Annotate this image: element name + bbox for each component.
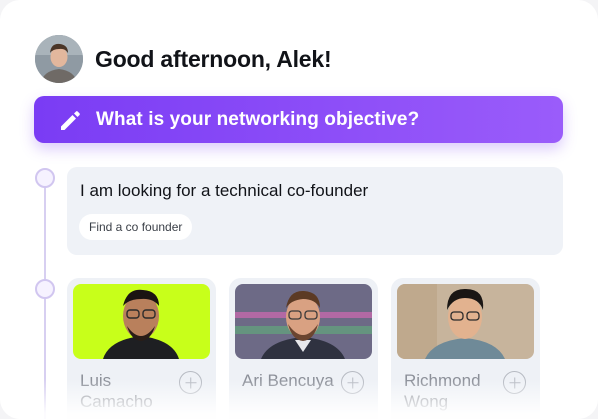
- greeting-title: Good afternoon, Alek!: [95, 45, 332, 72]
- profile-list: Luis Camacho Ari Bencuya Richmond Wong: [67, 278, 540, 419]
- header: Good afternoon, Alek!: [35, 35, 332, 83]
- timeline-line: [44, 187, 46, 419]
- profile-card[interactable]: Luis Camacho: [67, 278, 216, 419]
- objective-label: What is your networking objective?: [96, 108, 420, 130]
- profile-photo: [235, 284, 372, 359]
- objective-message-card: I am looking for a technical co-founder …: [67, 167, 563, 255]
- profile-name: Richmond Wong: [404, 371, 481, 411]
- profile-card[interactable]: Richmond Wong: [391, 278, 540, 419]
- add-profile-button[interactable]: [503, 371, 526, 394]
- timeline-dot: [35, 279, 55, 299]
- profile-name: Ari Bencuya: [242, 371, 334, 390]
- networking-objective-button[interactable]: What is your networking objective?: [34, 96, 563, 143]
- user-avatar[interactable]: [35, 35, 83, 83]
- main-card: Good afternoon, Alek! What is your netwo…: [0, 0, 598, 419]
- add-profile-button[interactable]: [341, 371, 364, 394]
- find-cofounder-chip[interactable]: Find a co founder: [79, 214, 193, 240]
- add-profile-button[interactable]: [179, 371, 202, 394]
- message-title: I am looking for a technical co-founder: [80, 181, 369, 200]
- profile-card[interactable]: Ari Bencuya: [229, 278, 378, 419]
- profile-name: Luis Camacho: [80, 371, 153, 411]
- pencil-icon: [61, 110, 80, 130]
- timeline-dot: [35, 168, 55, 188]
- profile-photo: [73, 284, 210, 359]
- profile-photo: [397, 284, 534, 359]
